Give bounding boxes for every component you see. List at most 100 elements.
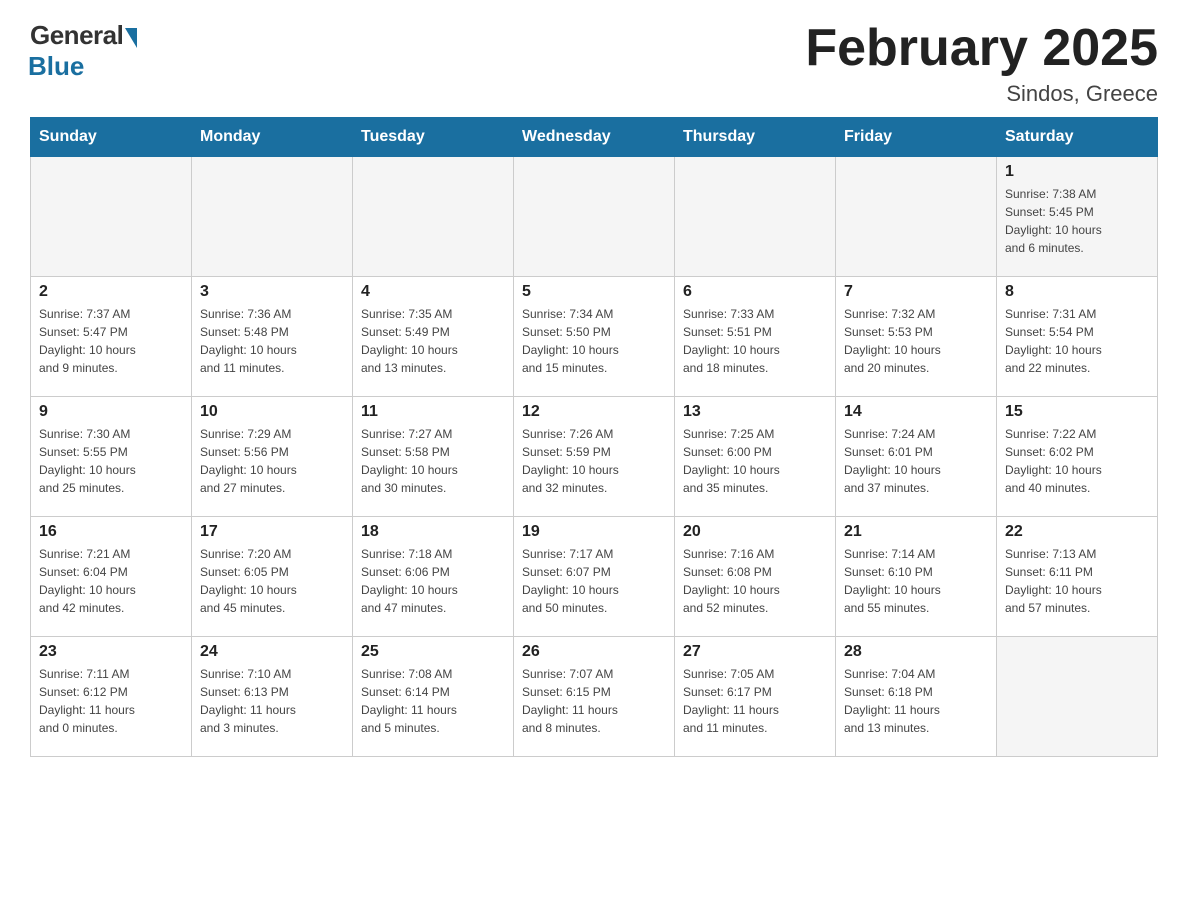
day-number: 20 (683, 523, 827, 541)
day-cell: 4 Sunrise: 7:35 AM Sunset: 5:49 PM Daylig… (353, 277, 514, 397)
day-info: Sunrise: 7:20 AM Sunset: 6:05 PM Dayligh… (200, 545, 344, 617)
day-cell: 24 Sunrise: 7:10 AM Sunset: 6:13 PM Dayli… (192, 637, 353, 757)
day-cell: 11 Sunrise: 7:27 AM Sunset: 5:58 PM Dayli… (353, 397, 514, 517)
day-info: Sunrise: 7:22 AM Sunset: 6:02 PM Dayligh… (1005, 425, 1149, 497)
day-info: Sunrise: 7:26 AM Sunset: 5:59 PM Dayligh… (522, 425, 666, 497)
day-cell: 22 Sunrise: 7:13 AM Sunset: 6:11 PM Dayli… (997, 517, 1158, 637)
day-info: Sunrise: 7:17 AM Sunset: 6:07 PM Dayligh… (522, 545, 666, 617)
day-cell: 21 Sunrise: 7:14 AM Sunset: 6:10 PM Dayli… (836, 517, 997, 637)
day-info: Sunrise: 7:32 AM Sunset: 5:53 PM Dayligh… (844, 305, 988, 377)
day-number: 9 (39, 403, 183, 421)
day-number: 4 (361, 283, 505, 301)
day-number: 11 (361, 403, 505, 421)
day-number: 17 (200, 523, 344, 541)
day-info: Sunrise: 7:21 AM Sunset: 6:04 PM Dayligh… (39, 545, 183, 617)
day-info: Sunrise: 7:35 AM Sunset: 5:49 PM Dayligh… (361, 305, 505, 377)
day-cell (675, 157, 836, 277)
day-info: Sunrise: 7:34 AM Sunset: 5:50 PM Dayligh… (522, 305, 666, 377)
day-cell: 28 Sunrise: 7:04 AM Sunset: 6:18 PM Dayli… (836, 637, 997, 757)
day-cell: 25 Sunrise: 7:08 AM Sunset: 6:14 PM Dayli… (353, 637, 514, 757)
week-row-1: 1 Sunrise: 7:38 AM Sunset: 5:45 PM Daylig… (31, 157, 1158, 277)
day-info: Sunrise: 7:10 AM Sunset: 6:13 PM Dayligh… (200, 665, 344, 737)
day-info: Sunrise: 7:07 AM Sunset: 6:15 PM Dayligh… (522, 665, 666, 737)
calendar-table: SundayMondayTuesdayWednesdayThursdayFrid… (30, 117, 1158, 757)
day-info: Sunrise: 7:24 AM Sunset: 6:01 PM Dayligh… (844, 425, 988, 497)
day-info: Sunrise: 7:08 AM Sunset: 6:14 PM Dayligh… (361, 665, 505, 737)
day-info: Sunrise: 7:14 AM Sunset: 6:10 PM Dayligh… (844, 545, 988, 617)
day-cell: 8 Sunrise: 7:31 AM Sunset: 5:54 PM Daylig… (997, 277, 1158, 397)
day-number: 26 (522, 643, 666, 661)
day-cell (192, 157, 353, 277)
day-cell: 12 Sunrise: 7:26 AM Sunset: 5:59 PM Dayli… (514, 397, 675, 517)
header-monday: Monday (192, 118, 353, 157)
day-number: 5 (522, 283, 666, 301)
day-cell: 16Sunrise: 7:21 AM Sunset: 6:04 PM Dayli… (31, 517, 192, 637)
day-number: 10 (200, 403, 344, 421)
day-number: 7 (844, 283, 988, 301)
day-info: Sunrise: 7:16 AM Sunset: 6:08 PM Dayligh… (683, 545, 827, 617)
day-cell: 1 Sunrise: 7:38 AM Sunset: 5:45 PM Daylig… (997, 157, 1158, 277)
day-info: Sunrise: 7:25 AM Sunset: 6:00 PM Dayligh… (683, 425, 827, 497)
day-cell: 3 Sunrise: 7:36 AM Sunset: 5:48 PM Daylig… (192, 277, 353, 397)
day-number: 2 (39, 283, 183, 301)
day-cell: 23Sunrise: 7:11 AM Sunset: 6:12 PM Dayli… (31, 637, 192, 757)
day-number: 22 (1005, 523, 1149, 541)
day-cell: 2 Sunrise: 7:37 AM Sunset: 5:47 PM Daylig… (31, 277, 192, 397)
header-thursday: Thursday (675, 118, 836, 157)
day-info: Sunrise: 7:36 AM Sunset: 5:48 PM Dayligh… (200, 305, 344, 377)
day-number: 15 (1005, 403, 1149, 421)
header-sunday: Sunday (31, 118, 192, 157)
logo-triangle-icon (125, 28, 137, 48)
header-wednesday: Wednesday (514, 118, 675, 157)
week-row-5: 23Sunrise: 7:11 AM Sunset: 6:12 PM Dayli… (31, 637, 1158, 757)
day-cell (997, 637, 1158, 757)
title-block: February 2025 Sindos, Greece (805, 20, 1158, 107)
day-cell: 10 Sunrise: 7:29 AM Sunset: 5:56 PM Dayli… (192, 397, 353, 517)
day-cell: 5 Sunrise: 7:34 AM Sunset: 5:50 PM Daylig… (514, 277, 675, 397)
day-cell (353, 157, 514, 277)
day-number: 3 (200, 283, 344, 301)
day-info: Sunrise: 7:38 AM Sunset: 5:45 PM Dayligh… (1005, 185, 1149, 257)
day-cell: 27 Sunrise: 7:05 AM Sunset: 6:17 PM Dayli… (675, 637, 836, 757)
day-cell: 18Sunrise: 7:18 AM Sunset: 6:06 PM Dayli… (353, 517, 514, 637)
week-row-3: 9Sunrise: 7:30 AM Sunset: 5:55 PM Daylig… (31, 397, 1158, 517)
day-number: 1 (1005, 163, 1149, 181)
day-number: 23 (39, 643, 183, 661)
day-cell: 15 Sunrise: 7:22 AM Sunset: 6:02 PM Dayli… (997, 397, 1158, 517)
location: Sindos, Greece (805, 81, 1158, 107)
day-cell (836, 157, 997, 277)
day-info: Sunrise: 7:04 AM Sunset: 6:18 PM Dayligh… (844, 665, 988, 737)
days-header-row: SundayMondayTuesdayWednesdayThursdayFrid… (31, 118, 1158, 157)
header-tuesday: Tuesday (353, 118, 514, 157)
day-cell: 13 Sunrise: 7:25 AM Sunset: 6:00 PM Dayli… (675, 397, 836, 517)
day-number: 19 (522, 523, 666, 541)
day-info: Sunrise: 7:33 AM Sunset: 5:51 PM Dayligh… (683, 305, 827, 377)
day-cell: 17 Sunrise: 7:20 AM Sunset: 6:05 PM Dayli… (192, 517, 353, 637)
week-row-4: 16Sunrise: 7:21 AM Sunset: 6:04 PM Dayli… (31, 517, 1158, 637)
day-number: 8 (1005, 283, 1149, 301)
day-number: 12 (522, 403, 666, 421)
day-number: 25 (361, 643, 505, 661)
day-info: Sunrise: 7:18 AM Sunset: 6:06 PM Dayligh… (361, 545, 505, 617)
day-number: 27 (683, 643, 827, 661)
day-number: 6 (683, 283, 827, 301)
day-info: Sunrise: 7:13 AM Sunset: 6:11 PM Dayligh… (1005, 545, 1149, 617)
day-number: 28 (844, 643, 988, 661)
week-row-2: 2 Sunrise: 7:37 AM Sunset: 5:47 PM Daylig… (31, 277, 1158, 397)
day-number: 14 (844, 403, 988, 421)
day-info: Sunrise: 7:37 AM Sunset: 5:47 PM Dayligh… (39, 305, 183, 377)
day-info: Sunrise: 7:29 AM Sunset: 5:56 PM Dayligh… (200, 425, 344, 497)
day-cell (31, 157, 192, 277)
day-info: Sunrise: 7:27 AM Sunset: 5:58 PM Dayligh… (361, 425, 505, 497)
day-number: 24 (200, 643, 344, 661)
day-info: Sunrise: 7:31 AM Sunset: 5:54 PM Dayligh… (1005, 305, 1149, 377)
day-cell: 20 Sunrise: 7:16 AM Sunset: 6:08 PM Dayli… (675, 517, 836, 637)
day-number: 21 (844, 523, 988, 541)
day-cell: 6 Sunrise: 7:33 AM Sunset: 5:51 PM Daylig… (675, 277, 836, 397)
day-info: Sunrise: 7:05 AM Sunset: 6:17 PM Dayligh… (683, 665, 827, 737)
logo-general-text: General (30, 20, 123, 51)
day-cell: 14 Sunrise: 7:24 AM Sunset: 6:01 PM Dayli… (836, 397, 997, 517)
day-number: 13 (683, 403, 827, 421)
day-cell (514, 157, 675, 277)
header-saturday: Saturday (997, 118, 1158, 157)
